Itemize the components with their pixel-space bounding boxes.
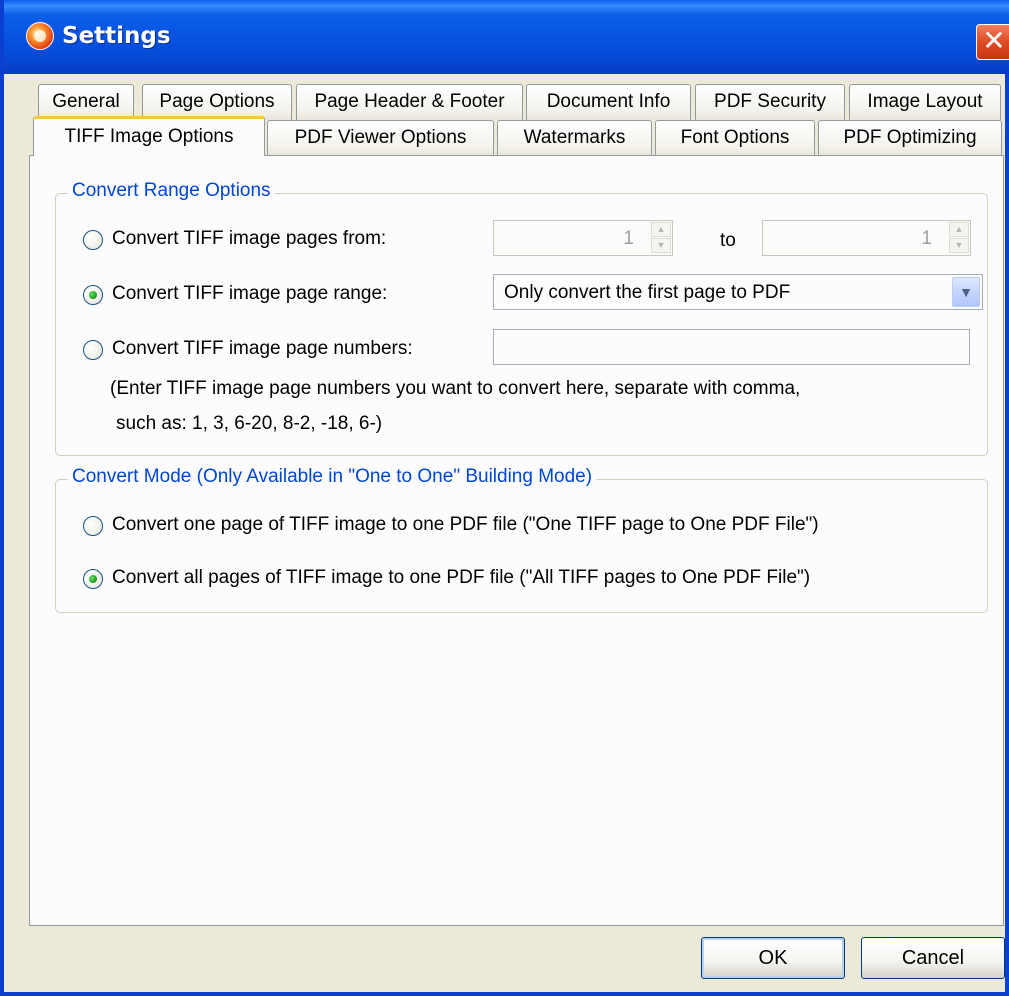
tab-font-options[interactable]: Font Options <box>655 120 815 156</box>
label-page-numbers: Convert TIFF image page numbers: <box>112 338 413 359</box>
app-logo-icon <box>26 22 54 50</box>
tab-watermarks[interactable]: Watermarks <box>497 120 652 156</box>
radio-all-pages-one-pdf[interactable] <box>83 569 103 589</box>
tab-pdf-security[interactable]: PDF Security <box>695 84 845 120</box>
spin-up-icon[interactable]: ▲ <box>651 222 671 237</box>
convert-mode-legend: Convert Mode (Only Available in "One to … <box>68 466 597 488</box>
tab-panel: Convert Range Options Convert TIFF image… <box>29 155 1004 926</box>
settings-dialog: Settings ✕ General Page Options Page Hea… <box>0 0 1009 996</box>
spin-down-icon[interactable]: ▼ <box>949 238 969 253</box>
label-to: to <box>720 230 736 251</box>
radio-page-numbers[interactable] <box>83 340 103 360</box>
label-page-range: Convert TIFF image page range: <box>112 283 388 304</box>
tab-page-options[interactable]: Page Options <box>142 84 292 120</box>
hint-line-1: (Enter TIFF image page numbers you want … <box>110 378 801 399</box>
close-button[interactable]: ✕ <box>976 24 1009 60</box>
radio-page-range[interactable] <box>83 285 103 305</box>
label-all-pages-one-pdf: Convert all pages of TIFF image to one P… <box>112 567 811 588</box>
radio-one-page-per-pdf[interactable] <box>83 516 103 536</box>
tab-pdf-viewer-options[interactable]: PDF Viewer Options <box>267 120 494 156</box>
tab-page-header-footer[interactable]: Page Header & Footer <box>296 84 523 120</box>
chevron-down-icon[interactable]: ▼ <box>952 277 980 307</box>
tab-document-info[interactable]: Document Info <box>526 84 691 120</box>
convert-range-group: Convert Range Options Convert TIFF image… <box>55 180 988 456</box>
convert-range-legend: Convert Range Options <box>68 180 275 202</box>
from-page-value: 1 <box>623 228 634 249</box>
hint-line-2: such as: 1, 3, 6-20, 8-2, -18, 6-) <box>116 413 383 434</box>
cancel-button[interactable]: Cancel <box>861 937 1005 979</box>
window-title: Settings <box>62 23 171 49</box>
radio-pages-from[interactable] <box>83 230 103 250</box>
title-bar[interactable]: Settings ✕ <box>4 0 1009 74</box>
to-page-spinner[interactable]: 1 ▲ ▼ <box>762 220 971 256</box>
spin-up-icon[interactable]: ▲ <box>949 222 969 237</box>
tab-general[interactable]: General <box>38 84 134 120</box>
tab-pdf-optimizing[interactable]: PDF Optimizing <box>818 120 1002 156</box>
label-pages-from: Convert TIFF image pages from: <box>112 228 387 249</box>
page-numbers-input[interactable] <box>493 329 970 365</box>
to-page-value: 1 <box>921 228 932 249</box>
page-range-selected: Only convert the first page to PDF <box>504 282 791 303</box>
page-range-dropdown[interactable]: Only convert the first page to PDF ▼ <box>493 274 983 310</box>
tab-image-layout[interactable]: Image Layout <box>849 84 1001 120</box>
ok-button[interactable]: OK <box>701 937 845 979</box>
spin-down-icon[interactable]: ▼ <box>651 238 671 253</box>
from-page-spinner[interactable]: 1 ▲ ▼ <box>493 220 673 256</box>
tab-tiff-image-options[interactable]: TIFF Image Options <box>33 116 265 156</box>
convert-mode-group: Convert Mode (Only Available in "One to … <box>55 466 988 613</box>
label-one-page-per-pdf: Convert one page of TIFF image to one PD… <box>112 514 819 535</box>
